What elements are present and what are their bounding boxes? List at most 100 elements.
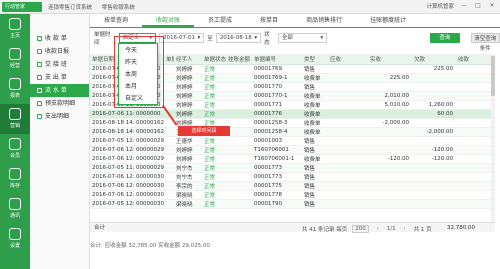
table-cell: 00000030 (134, 199, 164, 209)
table-cell (328, 127, 368, 137)
tab-by-bill[interactable]: 按单查询 (90, 14, 142, 27)
column-header[interactable]: 应收 (328, 54, 368, 65)
table-cell (164, 199, 174, 209)
table-cell: 00001773 (252, 172, 302, 182)
submenu-item-daily[interactable]: 收款日报 (30, 45, 89, 58)
table-cell: 销售 (302, 181, 328, 191)
calendar-icon: ▾ (197, 35, 201, 41)
table-cell (328, 145, 368, 155)
page-size-select[interactable]: 200 (352, 225, 369, 233)
column-header[interactable]: 欠款 (412, 54, 456, 65)
chevron-down-icon: ▾ (149, 35, 153, 41)
user-label[interactable]: 计算机管家 (426, 2, 454, 10)
scroll-thumb[interactable] (491, 56, 495, 96)
period-option-custom[interactable]: 自定义 (119, 93, 157, 105)
submenu-item-shift[interactable]: 交 接 班 (30, 58, 89, 71)
column-header[interactable]: 经手人 (174, 54, 202, 65)
table-cell (226, 199, 252, 209)
reset-button[interactable]: 清空查询条件 (470, 33, 500, 52)
minimize-icon[interactable]: — (460, 2, 468, 10)
date-from-input[interactable]: 2016-07-01 ▾ (159, 33, 205, 43)
table-cell: 225.00 (412, 64, 456, 74)
table-cell: 刘婷婷 (174, 73, 202, 83)
table-row[interactable]: 2016-07-06 12:5 00000030 梁晓晓 正常 00001778 销售 (90, 190, 495, 200)
column-header[interactable]: 单据号 (164, 54, 174, 65)
column-header[interactable]: 收款 (456, 54, 495, 65)
nav-member[interactable]: 会员 (0, 134, 30, 164)
tab-reconcile[interactable]: 收款对账 (142, 14, 195, 27)
table-cell (164, 91, 174, 101)
period-option-today[interactable]: 今天 (119, 45, 157, 57)
period-option-month[interactable]: 本月 (119, 81, 157, 93)
query-button[interactable]: 查询 (430, 33, 460, 43)
date-to-input[interactable]: 2016-08-18 ▾ (215, 33, 262, 43)
column-header[interactable]: 单据状态 (202, 54, 226, 65)
table-row[interactable]: 2016-07-06 11:5 0000000 刘婷婷 正常 00001776 收费单 60… (90, 109, 495, 119)
tab-by-item[interactable]: 按单目 (246, 14, 292, 27)
period-option-yesterday[interactable]: 昨天 (119, 57, 157, 69)
vertical-scrollbar[interactable] (491, 54, 495, 222)
nav-phone[interactable]: 通讯 (0, 194, 30, 224)
next-page-icon[interactable]: › (401, 225, 409, 233)
tab-commission[interactable]: 员工提成 (194, 14, 246, 27)
table-cell (368, 136, 412, 146)
doc-icon (37, 62, 42, 67)
table-cell (328, 73, 368, 83)
prev-page-icon[interactable]: ‹ (374, 225, 382, 233)
table-row[interactable]: 2016-07-06 12:5 00000030 李宗的 正常 00001775 销售 (90, 181, 495, 191)
table-row[interactable]: 2016-07-06 12:0 00000029 刘婷婷 正常 T160706001-1… (90, 154, 495, 164)
submenu-item-expense-detail[interactable]: 支出明细 (30, 110, 89, 123)
table-cell (226, 100, 252, 110)
table-cell (164, 172, 174, 182)
close-icon[interactable]: ✕ (488, 2, 496, 10)
table-cell: 00001775 (252, 181, 302, 191)
sub-menu: 收 款 单 收款日报 交 接 班 支 出 单 流 水 单 预支款明细 支出明细 (30, 14, 90, 269)
period-option-week[interactable]: 本周 (119, 69, 157, 81)
nav-settings[interactable]: 设置 (0, 224, 30, 254)
submenu-item-advance[interactable]: 预支款明细 (30, 97, 89, 110)
table-cell: 2016-07-06 12:5 (90, 181, 134, 191)
table-cell (328, 118, 368, 128)
submenu-item-receipt[interactable]: 收 款 单 (30, 32, 89, 45)
submenu-item-flow[interactable]: 流 水 单 (30, 84, 89, 97)
nav-business[interactable]: 经营 (0, 44, 30, 74)
tab-sales-rank[interactable]: 商品销售排行 (292, 14, 356, 27)
table-row[interactable]: 2016-07-06 12:5 00000029 刘婷婷 正常 T160706001 销售… (90, 145, 495, 155)
column-header[interactable]: 实收 (368, 54, 412, 65)
table-cell (226, 172, 252, 182)
nav-warehouse[interactable]: 库存 (0, 164, 30, 194)
period-select[interactable]: 自定义 ▾ (118, 33, 157, 43)
table-cell (412, 190, 456, 200)
maximize-icon[interactable]: □ (474, 2, 482, 10)
table-cell: 2016-07-06 12:5 (90, 190, 134, 200)
column-header[interactable]: 挂账金额 (226, 54, 252, 65)
table-cell (456, 190, 495, 200)
table-row[interactable]: 2016-08-18 14:3900000162刘婷婷正常00001258-3收… (90, 118, 495, 128)
table-cell: 收费单 (302, 73, 328, 83)
table-row[interactable]: 2016-08-18 14:300000162王德华正常00001258-4收费… (90, 127, 495, 137)
table-cell: 2016-07-05 12:5 (90, 136, 134, 146)
table-cell: 0000000 (134, 109, 164, 119)
table-row[interactable]: 2016-07-05 12:5 00000030 梁晓晓 正常 00001790 销售 (90, 199, 495, 209)
submenu-item-expense[interactable]: 支 出 单 (30, 71, 89, 84)
table-cell: 正常 (202, 91, 226, 101)
table-row[interactable]: 2016-07-06 12:0 00000030 刘宁杰 正常 00001773 销售 (90, 172, 495, 182)
table-cell: 刘婷婷 (174, 91, 202, 101)
status-select[interactable]: 全部 ▾ (277, 33, 328, 43)
title-bar: 行动管家 连锁零售订货系统 零售收银系统 计算机管家 — □ ✕ (0, 0, 500, 14)
table-cell (226, 64, 252, 74)
table-row[interactable]: 2016-07-05 12:5 00000029 王德华 正常 00001003 销售 (90, 136, 495, 146)
column-header[interactable]: 单据编号 (252, 54, 302, 65)
doc-icon (37, 88, 42, 93)
nav-marketing[interactable]: 营销 (0, 104, 30, 134)
table-cell: 00000029 (134, 154, 164, 164)
column-header[interactable]: 类型 (302, 54, 328, 65)
nav-report[interactable]: 报表 (0, 74, 30, 104)
nav-home[interactable]: 主页 (0, 14, 30, 44)
tab-credit-stats[interactable]: 挂账额度统计 (356, 14, 420, 27)
table-cell: -120.00 (412, 154, 456, 164)
table-row[interactable]: 2016-07-05 11:3600000029 刘宁杰正常 00001773销售 (90, 163, 495, 173)
doc-icon (37, 49, 42, 54)
table-cell (164, 181, 174, 191)
table-cell: 销售 (302, 190, 328, 200)
